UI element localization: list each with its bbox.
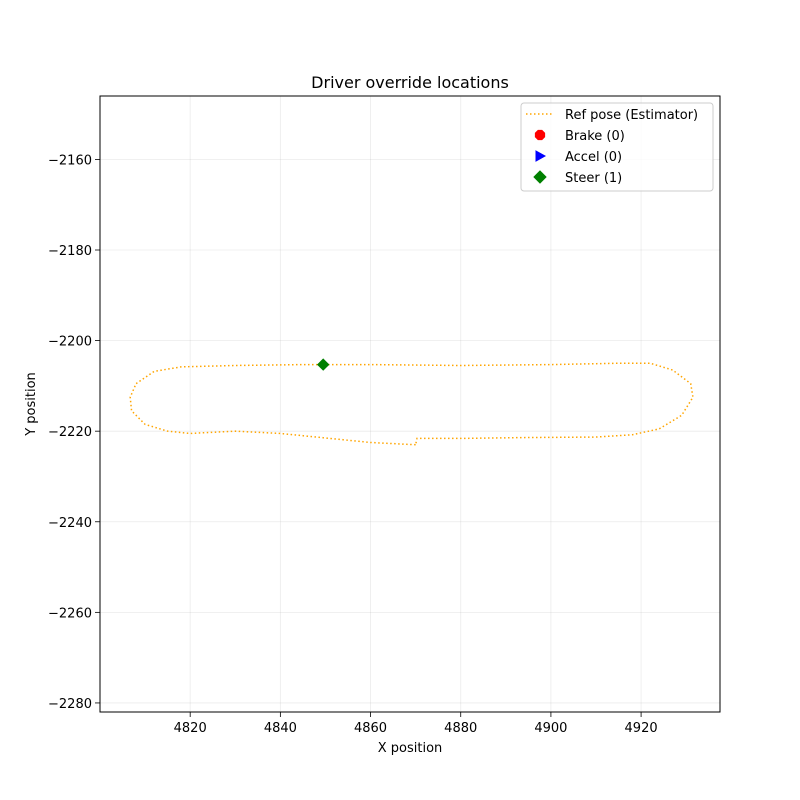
x-tick-label: 4820 <box>174 721 207 736</box>
plot-area <box>129 358 694 446</box>
y-axis-label: Y position <box>24 372 39 437</box>
x-tick-label: 4920 <box>625 721 658 736</box>
legend-swatch <box>534 129 546 141</box>
y-tick-label: −2200 <box>48 335 92 350</box>
y-tick-label: −2180 <box>48 244 92 259</box>
x-tick-label: 4840 <box>264 721 297 736</box>
y-tick-label: −2160 <box>48 153 92 168</box>
y-tick-label: −2280 <box>48 697 92 712</box>
legend-label: Ref pose (Estimator) <box>565 108 698 123</box>
x-tick-label: 4860 <box>354 721 387 736</box>
data-point-steer-1 <box>316 358 330 371</box>
chart: Driver override locations 4820 4840 4860 48… <box>24 73 721 756</box>
y-tick-label: −2220 <box>48 425 92 440</box>
legend-label: Steer (1) <box>565 171 622 186</box>
chart-title: Driver override locations <box>311 73 509 92</box>
legend: Ref pose (Estimator) Brake (0) Accel (0) St… <box>520 102 714 192</box>
x-axis-label: X position <box>378 741 443 756</box>
y-axis: −2160 −2180 −2200 −2220 −2240 −2260 −2280 <box>48 153 100 712</box>
legend-label: Brake (0) <box>565 129 625 144</box>
x-tick-label: 4880 <box>444 721 477 736</box>
series-line-ref-pose-estimator <box>129 362 694 446</box>
y-tick-label: −2240 <box>48 516 92 531</box>
x-tick-label: 4900 <box>534 721 567 736</box>
legend-label: Accel (0) <box>565 150 622 165</box>
y-tick-label: −2260 <box>48 606 92 621</box>
x-axis: 4820 4840 4860 4880 4900 4920 <box>174 712 658 736</box>
